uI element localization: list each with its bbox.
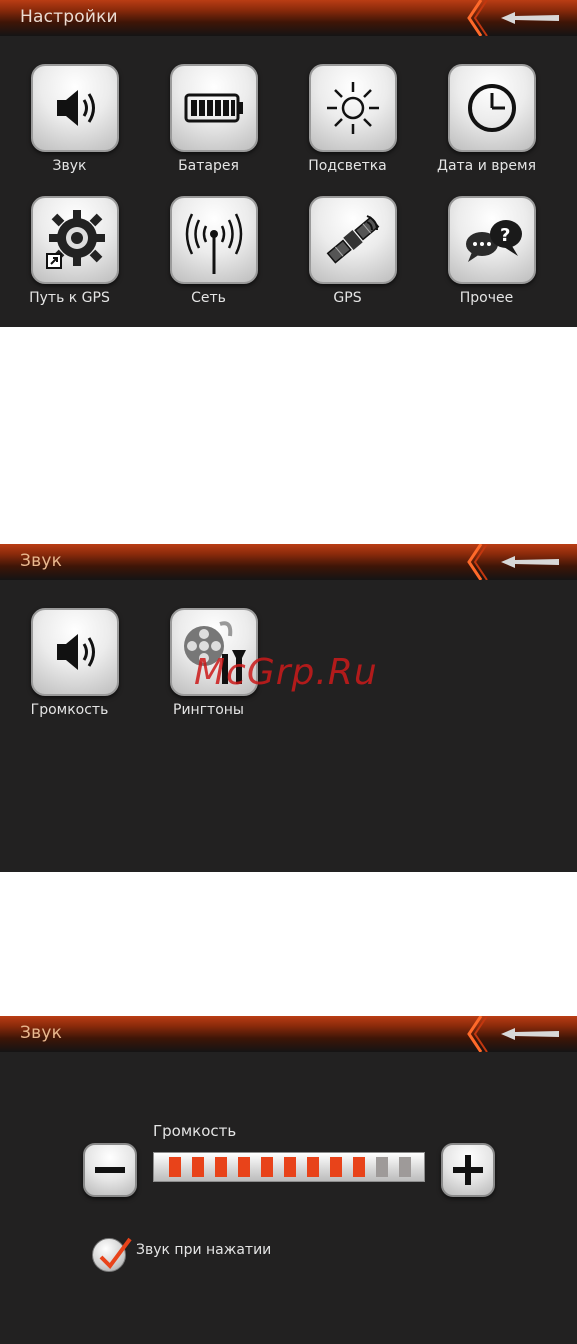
settings-item-datetime[interactable]: Дата и время — [417, 64, 556, 188]
antenna-icon — [185, 213, 243, 274]
speaker-icon — [57, 634, 95, 670]
volume-segment — [215, 1157, 227, 1177]
checkbox[interactable] — [92, 1237, 132, 1272]
chat-question-icon: ? — [466, 220, 522, 262]
volume-segment — [261, 1157, 273, 1177]
header-bar: Настройки — [0, 0, 577, 37]
tile: ? — [448, 196, 536, 284]
volume-screen: Звук Громкость Звук при нажатии — [0, 1016, 577, 1344]
volume-bar[interactable] — [153, 1152, 425, 1182]
volume-segment — [284, 1157, 296, 1177]
sun-icon — [327, 82, 379, 134]
item-label: Громкость — [30, 702, 109, 718]
sound-item-volume[interactable]: Громкость — [0, 608, 139, 732]
volume-increase-button[interactable] — [441, 1143, 495, 1197]
volume-decrease-button[interactable] — [83, 1143, 137, 1197]
checkmark-icon — [99, 1237, 132, 1270]
settings-item-network[interactable]: Сеть — [139, 196, 278, 320]
item-label: Путь к GPS — [29, 290, 110, 306]
header-bar: Звук — [0, 544, 577, 581]
tile — [170, 64, 258, 152]
tile — [170, 196, 258, 284]
gear-shortcut-icon — [46, 210, 105, 269]
tile — [448, 64, 536, 152]
tile — [309, 64, 397, 152]
settings-item-sound[interactable]: Звук — [0, 64, 139, 188]
tile — [309, 196, 397, 284]
battery-icon — [184, 93, 243, 123]
item-label: Сеть — [191, 290, 226, 306]
settings-item-battery[interactable]: Батарея — [139, 64, 278, 188]
click-sound-label: Звук при нажатии — [136, 1242, 272, 1258]
back-arrow-icon — [467, 544, 559, 581]
volume-label: Громкость — [153, 1122, 237, 1140]
back-button[interactable] — [467, 0, 577, 37]
item-label: Звук — [52, 158, 87, 174]
page-title: Звук — [20, 1023, 63, 1043]
back-arrow-icon — [467, 1016, 559, 1053]
settings-item-backlight[interactable]: Подсветка — [278, 64, 417, 188]
tile — [31, 608, 119, 696]
volume-segment — [169, 1157, 181, 1177]
item-label: Подсветка — [308, 158, 387, 174]
sound-menu-screen: Звук Громкость Рингтоны McGrp.Ru — [0, 544, 577, 872]
item-label: Батарея — [178, 158, 239, 174]
volume-segment — [353, 1157, 365, 1177]
volume-segment — [238, 1157, 250, 1177]
settings-item-gps-path[interactable]: Путь к GPS — [0, 196, 139, 320]
item-label: Прочее — [459, 290, 514, 306]
volume-segment — [192, 1157, 204, 1177]
volume-segment — [376, 1157, 388, 1177]
item-label: GPS — [333, 290, 362, 306]
speaker-icon — [57, 90, 95, 126]
volume-segment — [307, 1157, 319, 1177]
tile — [31, 196, 119, 284]
svg-text:?: ? — [500, 225, 510, 246]
volume-segment — [330, 1157, 342, 1177]
volume-segment — [399, 1157, 411, 1177]
item-label: Дата и время — [437, 158, 536, 174]
back-arrow-icon — [467, 0, 559, 37]
minus-icon — [95, 1167, 125, 1173]
back-button[interactable] — [467, 1016, 577, 1053]
settings-item-gps[interactable]: GPS — [278, 196, 417, 320]
settings-screen: Настройки Звук Батарея Подсветка Дата и … — [0, 0, 577, 327]
satellite-icon — [326, 215, 380, 264]
watermark: McGrp.Ru — [194, 652, 378, 693]
page-title: Настройки — [20, 7, 118, 27]
header-bar: Звук — [0, 1016, 577, 1053]
item-label: Рингтоны — [173, 702, 244, 718]
back-button[interactable] — [467, 544, 577, 581]
settings-item-other[interactable]: ? Прочее — [417, 196, 556, 320]
clock-icon — [468, 84, 516, 132]
plus-icon — [453, 1155, 483, 1185]
page-title: Звук — [20, 551, 63, 571]
tile — [31, 64, 119, 152]
